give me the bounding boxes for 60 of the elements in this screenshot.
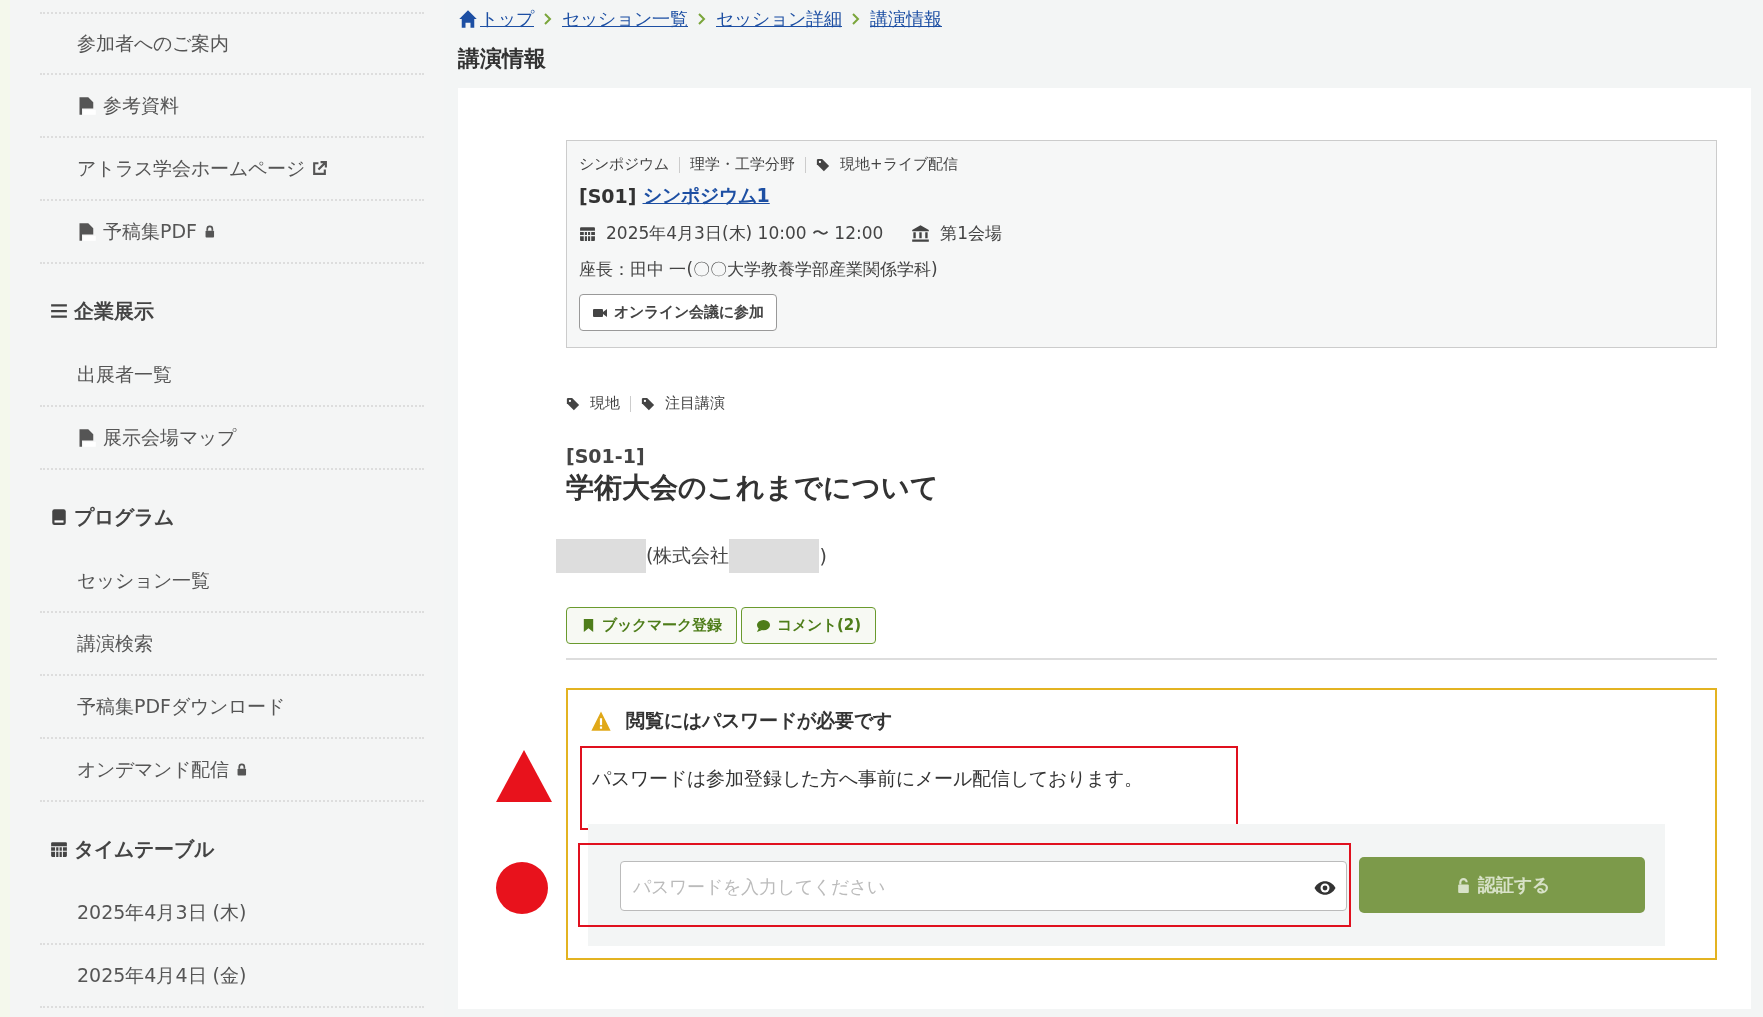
sidebar-link[interactable]: 予稿集PDFダウンロード bbox=[40, 676, 424, 739]
sidebar-link[interactable]: 予稿集PDF bbox=[40, 201, 424, 264]
sidebar-link[interactable]: オンデマンド配信 bbox=[40, 739, 424, 802]
session-venue: 第1会場 bbox=[940, 222, 1003, 245]
calendar-icon bbox=[50, 840, 68, 858]
category-label: シンポジウム bbox=[579, 155, 669, 174]
sidebar-link[interactable]: 出展者一覧 bbox=[40, 344, 424, 407]
session-datetime: 2025年4月3日(木) 10:00 〜 12:00 bbox=[606, 222, 884, 245]
tag-label: 注目講演 bbox=[665, 394, 725, 413]
author-text: ) bbox=[819, 545, 827, 567]
session-code: [S01] bbox=[579, 185, 637, 207]
triangle-marker bbox=[496, 750, 552, 802]
tag-label: 現地 bbox=[590, 394, 620, 413]
chevron-icon bbox=[850, 13, 862, 25]
building-icon bbox=[911, 224, 931, 243]
join-online-button[interactable]: オンライン会議に参加 bbox=[579, 294, 777, 331]
breadcrumb-link[interactable]: セッション詳細 bbox=[716, 7, 842, 31]
author-text: (株式会社 bbox=[646, 543, 730, 568]
session-chair: 座長：田中 一(〇〇大学教養学部産業関係学科) bbox=[579, 258, 938, 281]
sidebar-heading: プログラム bbox=[74, 503, 174, 531]
chevron-icon bbox=[542, 13, 554, 25]
sidebar-link[interactable]: 2025年4月3日 (木) bbox=[40, 882, 424, 945]
sidebar-link[interactable]: 展示会場マップ bbox=[40, 407, 424, 470]
category-label: 現地+ライブ配信 bbox=[840, 155, 958, 174]
warning-icon bbox=[590, 710, 612, 732]
bookmark-button[interactable]: ブックマーク登録 bbox=[566, 607, 737, 644]
tag-icon bbox=[816, 157, 830, 172]
session-title-link[interactable]: シンポジウム1 bbox=[642, 183, 770, 209]
calendar-icon bbox=[579, 225, 596, 242]
sidebar-heading: 企業展示 bbox=[74, 297, 154, 325]
tag-icon bbox=[641, 396, 655, 411]
page-title: 講演情報 bbox=[458, 45, 547, 73]
sidebar-link[interactable]: セッション一覧 bbox=[40, 550, 424, 613]
home-icon bbox=[458, 9, 478, 29]
password-field[interactable]: パスワードを入力してください bbox=[620, 861, 1347, 911]
book-icon bbox=[50, 508, 68, 526]
chevron-icon bbox=[696, 13, 708, 25]
sidebar-heading: タイムテーブル bbox=[74, 835, 214, 863]
tag-icon bbox=[566, 396, 580, 411]
breadcrumb-link[interactable]: 講演情報 bbox=[870, 7, 942, 31]
sidebar-link[interactable]: アトラス学会ホームページ bbox=[40, 138, 424, 201]
menu-icon bbox=[50, 302, 68, 320]
notice-message: パスワードは参加登録した方へ事前にメール配信しております。 bbox=[592, 766, 1144, 791]
sidebar-link[interactable]: 2025年4月4日 (金) bbox=[40, 945, 424, 1008]
talk-code: [S01-1] bbox=[566, 445, 646, 467]
sidebar-link[interactable]: 参加者へのご案内 bbox=[40, 12, 424, 75]
talk-title: 学術大会のこれまでについて bbox=[566, 470, 940, 506]
sidebar-link[interactable]: 講演検索 bbox=[40, 613, 424, 676]
category-label: 理学・工学分野 bbox=[690, 155, 795, 174]
sidebar-link[interactable]: 参考資料 bbox=[40, 75, 424, 138]
speech-bubble-icon bbox=[756, 618, 771, 633]
bookmark-icon bbox=[581, 618, 596, 633]
external-link-icon bbox=[311, 160, 328, 177]
breadcrumb-link[interactable]: トップ bbox=[458, 7, 534, 31]
breadcrumb-link[interactable]: セッション一覧 bbox=[562, 7, 688, 31]
lock-icon bbox=[203, 223, 217, 240]
circle-marker bbox=[496, 862, 548, 914]
comment-button[interactable]: コメント(2) bbox=[741, 607, 877, 644]
notice-heading: 閲覧にはパスワードが必要です bbox=[626, 708, 892, 733]
lock-icon bbox=[235, 761, 249, 778]
